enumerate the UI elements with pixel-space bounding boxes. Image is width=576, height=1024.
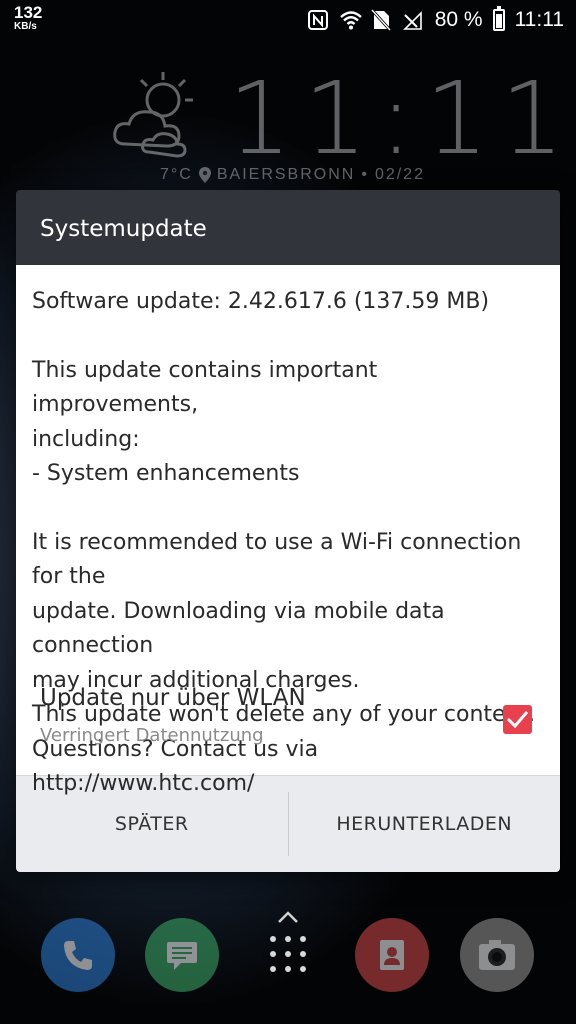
net-speed: 132 KB/s (14, 4, 42, 32)
update-version-text: Software update: 2.42.617.6 (137.59 MB) (32, 289, 490, 314)
widget-temperature: 7°C (160, 166, 193, 183)
update-description: This update contains important improveme… (32, 357, 378, 487)
chevron-up-icon[interactable] (276, 910, 300, 924)
dialog-body: Software update: 2.42.617.6 (137.59 MB) … (16, 265, 560, 796)
camera-icon[interactable] (460, 918, 534, 992)
wifi-icon (339, 9, 362, 31)
phone-icon[interactable] (41, 918, 115, 992)
update-note: It is recommended to use a Wi-Fi connect… (32, 529, 536, 797)
signal-icon (402, 9, 425, 31)
widget-separator: • (361, 166, 369, 183)
clock-widget[interactable]: 11:11 7°C BAIERSBRONN • 02/22 (0, 60, 576, 190)
option-subtitle: Verringert Datennutzung (40, 725, 264, 746)
net-speed-value: 132 (14, 3, 43, 22)
battery-percent: 80 % (434, 8, 483, 31)
dock (0, 900, 576, 1024)
widget-info: 7°C BAIERSBRONN • 02/22 (160, 166, 425, 184)
location-pin-icon (198, 167, 211, 183)
net-speed-unit: KB/s (14, 21, 37, 32)
nfc-icon (307, 9, 329, 31)
widget-clock: 11:11 (228, 60, 576, 177)
status-time: 11:11 (514, 8, 564, 31)
messages-icon[interactable] (145, 918, 219, 992)
option-title: Update nur über WLAN (40, 685, 306, 711)
system-update-dialog: Systemupdate Software update: 2.42.617.6… (16, 190, 560, 872)
widget-location: BAIERSBRONN (216, 166, 356, 183)
dialog-header: Systemupdate (16, 190, 560, 265)
wlan-only-option[interactable]: Update nur über WLAN Verringert Datennut… (40, 685, 544, 755)
battery-icon (492, 6, 505, 31)
checkmark-icon (506, 711, 529, 729)
partly-cloudy-icon (105, 68, 215, 158)
contacts-icon[interactable] (355, 918, 429, 992)
no-sim-icon (370, 8, 393, 32)
widget-date: 02/22 (374, 166, 425, 183)
wlan-only-checkbox[interactable] (503, 705, 532, 734)
dialog-title: Systemupdate (40, 216, 207, 242)
app-drawer-icon[interactable] (270, 936, 306, 972)
status-bar: 132 KB/s 80 % 11:11 (0, 0, 576, 40)
